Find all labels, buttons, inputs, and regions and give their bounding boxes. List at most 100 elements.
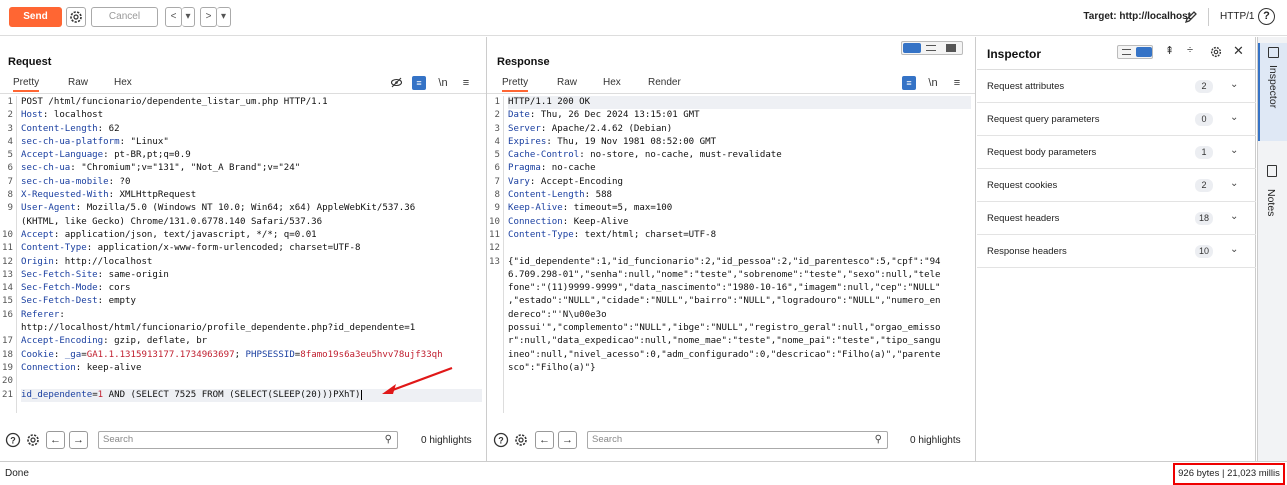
inspector-row-request-cookies[interactable]: Request cookies 2 ⌄ bbox=[977, 169, 1256, 202]
response-code[interactable]: HTTP/1.1 200 OK Date: Thu, 26 Dec 2024 13… bbox=[508, 96, 971, 375]
expand-all-icon[interactable]: ÷ bbox=[1187, 44, 1193, 56]
newline-toggle-icon[interactable]: \n bbox=[926, 76, 940, 90]
collapse-all-icon[interactable]: ⇞ bbox=[1165, 44, 1174, 57]
layout-tabs-icon[interactable] bbox=[946, 44, 956, 52]
line-number: 8 bbox=[494, 190, 500, 201]
svg-text:?: ? bbox=[498, 436, 504, 446]
send-button[interactable]: Send bbox=[9, 7, 62, 27]
request-search-input[interactable]: Search ⚲ bbox=[98, 431, 398, 449]
layout-side-by-side-icon[interactable] bbox=[903, 43, 921, 53]
forward-history-dropdown[interactable]: ▾ bbox=[217, 7, 231, 27]
line-number bbox=[487, 362, 500, 375]
inspector-row-request-query-parameters[interactable]: Request query parameters 0 ⌄ bbox=[977, 103, 1256, 136]
line-number bbox=[487, 269, 500, 282]
http-version-label[interactable]: HTTP/1 bbox=[1220, 11, 1254, 22]
help-icon[interactable]: ? bbox=[1258, 8, 1275, 25]
code-line: Sec-Fetch-Dest: empty bbox=[21, 296, 136, 307]
annotation-arrow bbox=[382, 366, 453, 394]
request-search-bar: ? ← → Search ⚲ 0 highlights bbox=[0, 429, 486, 453]
code-line: Origin: http://localhost bbox=[21, 256, 153, 267]
line-number bbox=[487, 335, 500, 348]
code-line: possui'","complemento":"NULL","ibge":"NU… bbox=[508, 323, 941, 334]
search-previous-button[interactable]: ← bbox=[535, 431, 554, 449]
side-tab-notes[interactable]: Notes bbox=[1258, 159, 1287, 229]
help-icon[interactable]: ? bbox=[493, 432, 509, 448]
inspector-row-request-attributes[interactable]: Request attributes 2 ⌄ bbox=[977, 70, 1256, 103]
search-next-button[interactable]: → bbox=[558, 431, 577, 449]
tab-pretty[interactable]: Pretty bbox=[13, 77, 40, 92]
inspector-row-response-headers[interactable]: Response headers 10 ⌄ bbox=[977, 235, 1256, 268]
code-line: Content-Length: 588 bbox=[508, 190, 613, 201]
line-number: 13 bbox=[2, 269, 13, 280]
line-number: 14 bbox=[2, 283, 13, 294]
code-line: Keep-Alive: timeout=5, max=100 bbox=[508, 203, 673, 214]
chevron-down-icon[interactable]: ⌄ bbox=[1230, 112, 1238, 123]
count-badge: 2 bbox=[1195, 179, 1213, 192]
back-button[interactable]: < bbox=[165, 7, 182, 27]
code-line: Cookie: _ga=GA1.1.1315913177.1734963697;… bbox=[21, 349, 443, 360]
chevron-down-icon[interactable]: ⌄ bbox=[1230, 79, 1238, 90]
chevron-down-icon[interactable]: ⌄ bbox=[1230, 145, 1238, 156]
response-editor[interactable]: 1 2 3 4 5 6 7 8 9 10 11 12 13 HTTP/1.1 200 OK Date: T… bbox=[487, 96, 975, 413]
code-line: Date: Thu, 26 Dec 2024 13:15:01 GMT bbox=[508, 110, 700, 121]
back-history-dropdown[interactable]: ▾ bbox=[182, 7, 195, 27]
request-code[interactable]: POST /html/funcionario/dependente_listar… bbox=[21, 96, 482, 402]
code-line: Sec-Fetch-Site: same-origin bbox=[21, 269, 169, 280]
tab-hex[interactable]: Hex bbox=[114, 77, 132, 88]
line-number: 4 bbox=[494, 136, 500, 147]
gear-icon[interactable] bbox=[25, 432, 41, 448]
line-number: 2 bbox=[494, 110, 500, 121]
line-number: 12 bbox=[489, 243, 500, 254]
inspector-row-request-headers[interactable]: Request headers 18 ⌄ bbox=[977, 202, 1256, 235]
wrap-lines-icon[interactable]: ≡ bbox=[902, 76, 916, 90]
tab-pretty[interactable]: Pretty bbox=[502, 77, 529, 92]
chevron-down-icon[interactable]: ⌄ bbox=[1230, 178, 1238, 189]
inspector-row-request-body-parameters[interactable]: Request body parameters 1 ⌄ bbox=[977, 136, 1256, 169]
gear-icon bbox=[70, 11, 82, 23]
code-line: Connection: Keep-Alive bbox=[508, 216, 629, 227]
inspector-layout-toggle[interactable] bbox=[1117, 45, 1153, 59]
search-next-button[interactable]: → bbox=[69, 431, 88, 449]
help-icon[interactable]: ? bbox=[5, 432, 21, 448]
send-options-button[interactable] bbox=[66, 7, 86, 27]
line-number: 10 bbox=[2, 229, 13, 240]
count-badge: 2 bbox=[1195, 80, 1213, 93]
code-line: r":null,"data_expedicao":null,"nome_mae"… bbox=[508, 336, 941, 347]
gear-icon[interactable] bbox=[1209, 45, 1223, 59]
close-icon[interactable]: ✕ bbox=[1233, 43, 1244, 59]
line-number: 18 bbox=[2, 349, 13, 360]
chevron-down-icon[interactable]: ⌄ bbox=[1230, 211, 1238, 222]
code-line: sec-ch-ua-mobile: ?0 bbox=[21, 176, 131, 187]
menu-icon[interactable]: ≡ bbox=[950, 76, 964, 90]
search-placeholder: Search bbox=[592, 434, 623, 445]
wrap-lines-icon[interactable]: ≡ bbox=[412, 76, 426, 90]
request-pane: Request Pretty Raw Hex ≡ \n ≡ 1234567891… bbox=[0, 37, 487, 461]
side-tab-inspector[interactable]: Inspector bbox=[1258, 43, 1287, 141]
tab-raw[interactable]: Raw bbox=[68, 77, 88, 88]
menu-icon[interactable]: ≡ bbox=[459, 76, 473, 90]
line-number: 9 bbox=[7, 203, 13, 214]
response-line-numbers: 1 2 3 4 5 6 7 8 9 10 11 12 13 bbox=[487, 96, 504, 413]
hide-nonprintable-icon[interactable] bbox=[389, 76, 403, 90]
line-number: 5 bbox=[494, 150, 500, 161]
newline-toggle-icon[interactable]: \n bbox=[436, 76, 450, 90]
edit-target-button[interactable] bbox=[1183, 9, 1199, 25]
response-search-input[interactable]: Search ⚲ bbox=[587, 431, 888, 449]
gear-icon[interactable] bbox=[513, 432, 529, 448]
svg-text:?: ? bbox=[10, 436, 16, 446]
line-number: 15 bbox=[2, 296, 13, 307]
count-badge: 10 bbox=[1195, 245, 1214, 258]
forward-button[interactable]: > bbox=[200, 7, 217, 27]
cancel-button[interactable]: Cancel bbox=[91, 7, 158, 27]
tab-hex[interactable]: Hex bbox=[603, 77, 621, 88]
layout-toggle[interactable] bbox=[901, 41, 963, 55]
line-number: 4 bbox=[7, 136, 13, 147]
layout-top-bottom-icon[interactable] bbox=[926, 45, 936, 51]
search-previous-button[interactable]: ← bbox=[46, 431, 65, 449]
chevron-down-icon[interactable]: ⌄ bbox=[1230, 244, 1238, 255]
code-line: http://localhost/html/funcionario/profil… bbox=[21, 323, 416, 334]
tab-raw[interactable]: Raw bbox=[557, 77, 577, 88]
tab-render[interactable]: Render bbox=[648, 77, 681, 88]
code-line: dereco":"'N\u00e3o bbox=[508, 309, 607, 320]
line-number bbox=[487, 322, 500, 335]
